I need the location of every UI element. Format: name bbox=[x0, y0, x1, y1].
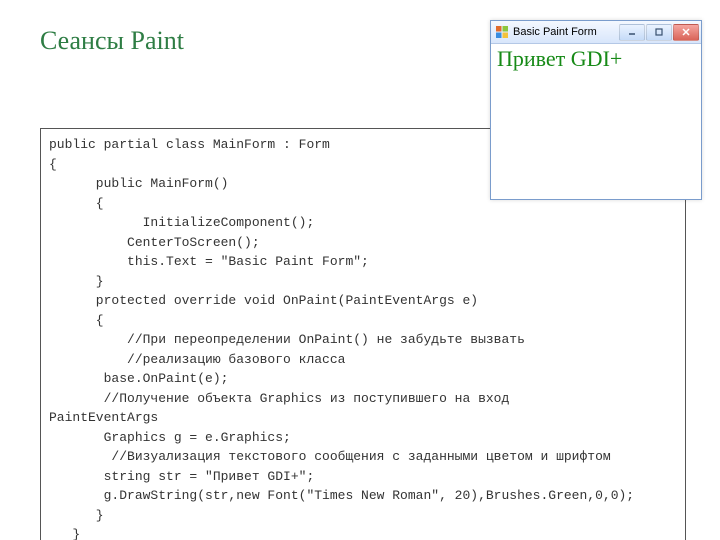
code-line: g.DrawString(str,new Font("Times New Rom… bbox=[49, 488, 634, 503]
slide: Сеансы Paint public partial class MainFo… bbox=[0, 0, 720, 540]
code-line: this.Text = "Basic Paint Form"; bbox=[49, 254, 369, 269]
code-line: public MainForm() bbox=[49, 176, 228, 191]
code-line: //При переопределении OnPaint() не забуд… bbox=[49, 332, 525, 347]
window-buttons bbox=[619, 24, 699, 41]
code-line: Graphics g = e.Graphics; bbox=[49, 430, 291, 445]
code-line: base.OnPaint(e); bbox=[49, 371, 228, 386]
maximize-button[interactable] bbox=[646, 24, 672, 41]
code-line: } bbox=[49, 274, 104, 289]
code-line: CenterToScreen(); bbox=[49, 235, 260, 250]
window-client-area: Привет GDI+ bbox=[491, 44, 701, 74]
code-line: public partial class MainForm : Form bbox=[49, 137, 330, 152]
code-line: } bbox=[49, 508, 104, 523]
slide-title: Сеансы Paint bbox=[40, 26, 184, 56]
code-line: protected override void OnPaint(PaintEve… bbox=[49, 293, 478, 308]
code-line: { bbox=[49, 157, 57, 172]
close-button[interactable] bbox=[673, 24, 699, 41]
window-body-text: Привет GDI+ bbox=[497, 46, 622, 71]
app-icon bbox=[495, 25, 509, 39]
code-line: InitializeComponent(); bbox=[49, 215, 314, 230]
code-line: //реализацию базового класса bbox=[49, 352, 345, 367]
code-line: PaintEventArgs bbox=[49, 410, 158, 425]
minimize-button[interactable] bbox=[619, 24, 645, 41]
code-line: //Получение объекта Graphics из поступив… bbox=[49, 391, 509, 406]
code-line: { bbox=[49, 196, 104, 211]
window-titlebar[interactable]: Basic Paint Form bbox=[491, 21, 701, 44]
app-window: Basic Paint Form Привет GDI+ bbox=[490, 20, 702, 200]
code-line: //Визуализация текстового сообщения с за… bbox=[49, 449, 611, 464]
code-line: string str = "Привет GDI+"; bbox=[49, 469, 314, 484]
window-title: Basic Paint Form bbox=[513, 26, 619, 38]
code-line: } bbox=[49, 527, 80, 540]
code-line: { bbox=[49, 313, 104, 328]
